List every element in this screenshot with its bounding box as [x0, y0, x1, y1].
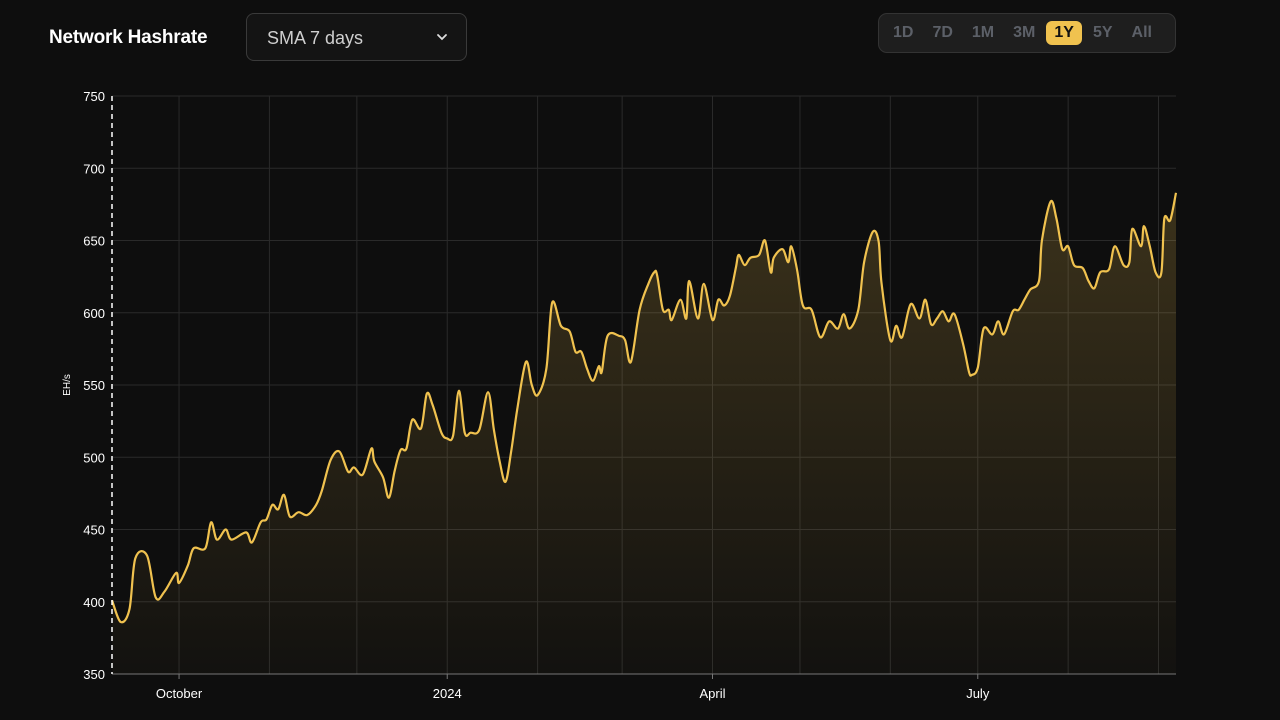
y-tick-label: 400 [83, 595, 105, 610]
y-tick-label: 350 [83, 667, 105, 682]
y-tick-label: 500 [83, 450, 105, 465]
x-tick-label: 2024 [433, 686, 462, 701]
y-tick-label: 700 [83, 161, 105, 176]
series-area [112, 192, 1176, 675]
y-tick-label: 550 [83, 378, 105, 393]
hashrate-chart[interactable]: 350 400 450 500 550 600 650 700 750 October 2024 Ap… [0, 0, 1280, 720]
y-axis-label: EH/s [62, 374, 73, 396]
x-tick-label: April [699, 686, 725, 701]
x-tick-label: October [156, 686, 203, 701]
y-tick-label: 600 [83, 306, 105, 321]
y-tick-label: 750 [83, 89, 105, 104]
x-tick-label: July [966, 686, 990, 701]
y-tick-label: 650 [83, 234, 105, 249]
y-tick-label: 450 [83, 523, 105, 538]
